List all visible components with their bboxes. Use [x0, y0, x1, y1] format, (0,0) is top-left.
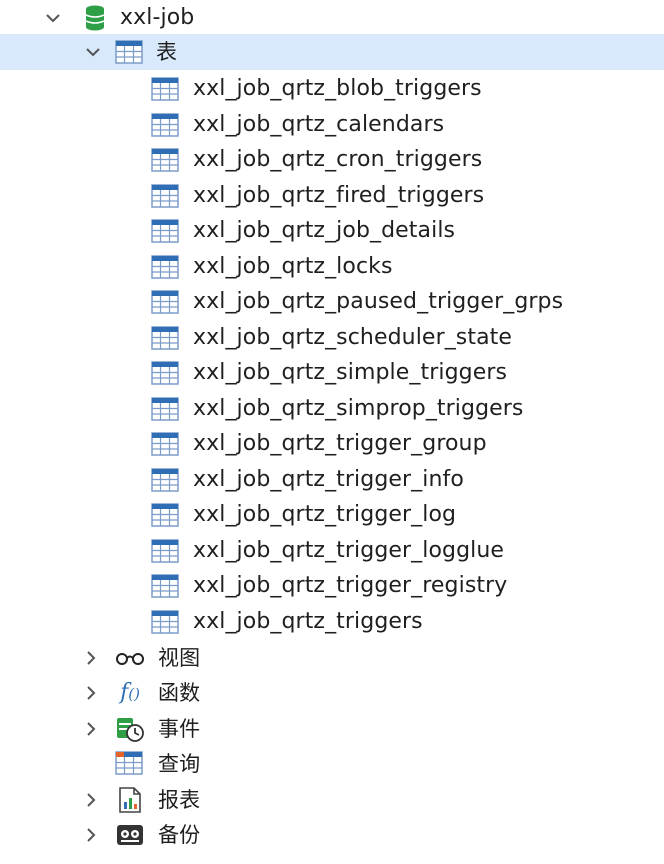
- table-item-label: xxl_job_qrtz_trigger_logglue: [193, 537, 505, 563]
- chevron-down-icon[interactable]: [80, 39, 106, 65]
- navigation-tree: xxl-job 表 xxl_job_qrtz_blob_triggers xxl…: [0, 0, 664, 864]
- chevron-down-icon[interactable]: [40, 5, 66, 31]
- table-item-label: xxl_job_qrtz_paused_trigger_grps: [193, 289, 564, 314]
- table-item[interactable]: xxl_job_qrtz_simple_triggers: [0, 355, 664, 391]
- chevron-right-icon[interactable]: [78, 680, 104, 706]
- table-item-label: xxl_job_qrtz_simprop_triggers: [193, 395, 524, 421]
- table-item[interactable]: xxl_job_qrtz_blob_triggers: [0, 71, 664, 107]
- table-icon: [150, 183, 180, 209]
- table-icon: [150, 396, 180, 422]
- tree-node-database[interactable]: xxl-job: [0, 0, 664, 36]
- table-item-label: xxl_job_qrtz_cron_triggers: [193, 147, 483, 172]
- table-icon: [150, 147, 180, 173]
- table-item[interactable]: xxl_job_qrtz_cron_triggers: [0, 142, 664, 178]
- table-item-label: xxl_job_qrtz_trigger_registry: [193, 573, 508, 598]
- tree-node-view-glasses[interactable]: 视图: [0, 640, 664, 676]
- tree-node-tables[interactable]: 表: [0, 34, 664, 70]
- table-item[interactable]: xxl_job_qrtz_calendars: [0, 107, 664, 143]
- table-item[interactable]: xxl_job_qrtz_triggers: [0, 604, 664, 640]
- table-item-label: xxl_job_qrtz_fired_triggers: [193, 182, 485, 208]
- chevron-right-icon[interactable]: [78, 822, 104, 848]
- table-item-label: xxl_job_qrtz_blob_triggers: [193, 76, 482, 101]
- table-icon: [150, 112, 180, 138]
- query-icon: [113, 749, 147, 779]
- table-item[interactable]: xxl_job_qrtz_fired_triggers: [0, 178, 664, 214]
- tree-node-label: 函数: [158, 681, 201, 705]
- database-label: xxl-job: [120, 5, 195, 30]
- table-icon: [150, 609, 180, 635]
- table-icon: [150, 538, 180, 564]
- table-item[interactable]: xxl_job_qrtz_trigger_log: [0, 497, 664, 533]
- chevron-right-icon[interactable]: [78, 645, 104, 671]
- function-icon: f(): [120, 679, 140, 705]
- table-item[interactable]: xxl_job_qrtz_job_details: [0, 213, 664, 249]
- table-item-label: xxl_job_qrtz_scheduler_state: [193, 324, 513, 350]
- table-item-label: xxl_job_qrtz_simple_triggers: [193, 360, 508, 385]
- table-icon: [150, 502, 180, 528]
- table-item-label: xxl_job_qrtz_triggers: [193, 608, 423, 634]
- tree-node-label: 备份: [158, 823, 201, 847]
- table-item[interactable]: xxl_job_qrtz_paused_trigger_grps: [0, 284, 664, 320]
- table-icon: [150, 289, 180, 315]
- view-glasses-icon: [113, 643, 147, 673]
- table-icon: [150, 360, 180, 386]
- table-item[interactable]: xxl_job_qrtz_simprop_triggers: [0, 391, 664, 427]
- tree-node-event-clock[interactable]: 事件: [0, 711, 664, 747]
- table-icon: [150, 573, 180, 599]
- tree-node-label: 报表: [158, 788, 201, 812]
- database-icon: [84, 4, 106, 32]
- table-item[interactable]: xxl_job_qrtz_trigger_group: [0, 426, 664, 462]
- tree-node-query[interactable]: 查询: [0, 746, 664, 782]
- table-icon: [150, 218, 180, 244]
- table-item[interactable]: xxl_job_qrtz_trigger_logglue: [0, 533, 664, 569]
- backup-icon: [113, 820, 147, 850]
- table-item-label: xxl_job_qrtz_calendars: [193, 111, 445, 137]
- table-icon: [150, 325, 180, 351]
- tables-folder-label: 表: [156, 40, 178, 64]
- table-item[interactable]: xxl_job_qrtz_trigger_registry: [0, 568, 664, 604]
- chevron-right-icon[interactable]: [78, 787, 104, 813]
- table-item-label: xxl_job_qrtz_trigger_info: [193, 466, 464, 492]
- table-icon: [150, 431, 180, 457]
- table-item-label: xxl_job_qrtz_trigger_group: [193, 431, 487, 456]
- chevron-right-icon[interactable]: [78, 716, 104, 742]
- tree-node-report[interactable]: 报表: [0, 782, 664, 818]
- table-item[interactable]: xxl_job_qrtz_scheduler_state: [0, 320, 664, 356]
- tree-node-label: 事件: [158, 717, 201, 741]
- tree-node-label: 视图: [158, 646, 201, 670]
- tree-node-label: 查询: [158, 752, 201, 776]
- tree-node-function[interactable]: f() 函数: [0, 675, 664, 711]
- table-grid-icon: [114, 39, 144, 65]
- tree-node-backup[interactable]: 备份: [0, 817, 664, 853]
- report-icon: [113, 785, 147, 815]
- table-item-label: xxl_job_qrtz_locks: [193, 253, 393, 279]
- table-icon: [150, 76, 180, 102]
- table-icon: [150, 467, 180, 493]
- table-item[interactable]: xxl_job_qrtz_locks: [0, 249, 664, 285]
- event-clock-icon: [113, 714, 147, 744]
- table-item[interactable]: xxl_job_qrtz_trigger_info: [0, 462, 664, 498]
- table-icon: [150, 254, 180, 280]
- table-item-label: xxl_job_qrtz_trigger_log: [193, 502, 457, 527]
- table-item-label: xxl_job_qrtz_job_details: [193, 218, 456, 243]
